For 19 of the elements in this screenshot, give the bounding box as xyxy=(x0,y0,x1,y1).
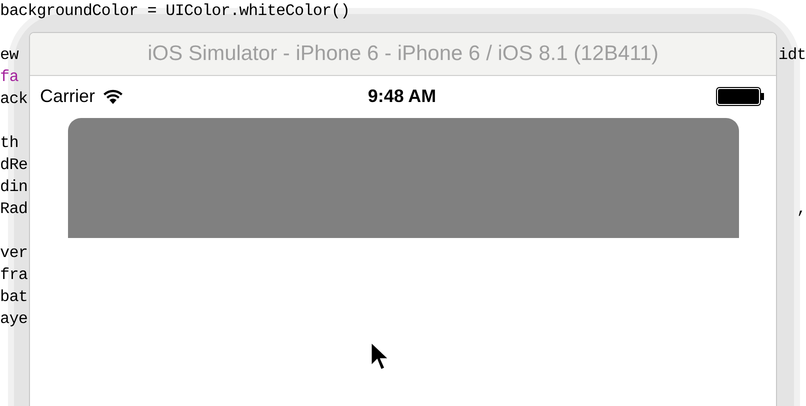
wifi-icon xyxy=(103,88,124,104)
code-text: idt xyxy=(778,46,806,64)
code-text: , xyxy=(796,200,806,218)
code-text: fa xyxy=(0,68,18,86)
code-text: th xyxy=(0,134,18,152)
code-text: dRe xyxy=(0,156,28,174)
code-text: aye xyxy=(0,310,28,328)
window-title: iOS Simulator - iPhone 6 - iPhone 6 / iOS 8.1 (12B411) xyxy=(148,42,658,66)
code-text: din xyxy=(0,178,28,196)
carrier-label: Carrier xyxy=(40,86,96,106)
code-text: Rad xyxy=(0,200,28,218)
code-text: ver xyxy=(0,244,28,262)
code-text: fra xyxy=(0,266,28,284)
status-time: 9:48 AM xyxy=(368,86,436,106)
code-text: ew xyxy=(0,46,18,64)
code-text: ack xyxy=(0,90,28,108)
code-text: bat xyxy=(0,288,28,306)
code-text: backgroundColor = UIColor.whiteColor() xyxy=(0,2,350,20)
battery-icon xyxy=(716,86,764,106)
